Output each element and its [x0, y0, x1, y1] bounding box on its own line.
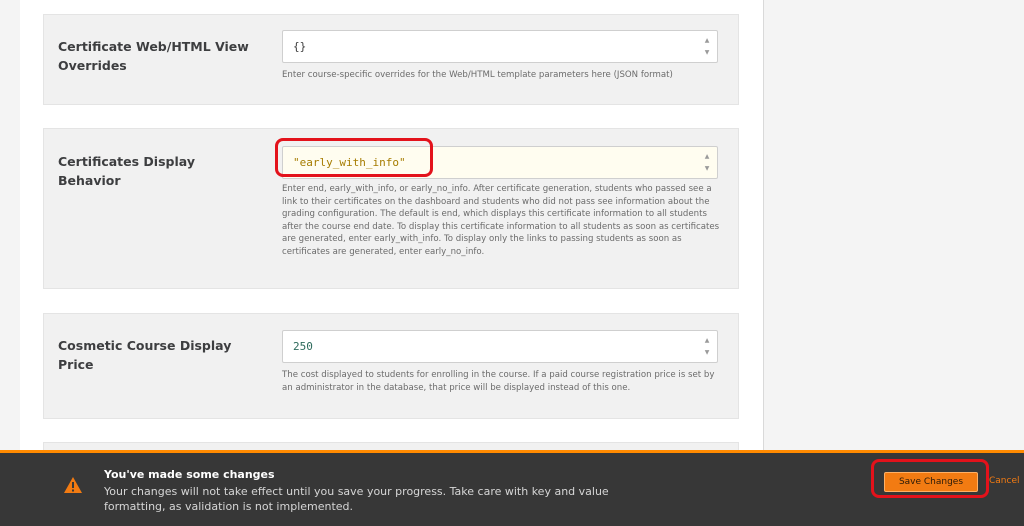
notice-message: Your changes will not take effect until …: [104, 485, 609, 513]
setting-help-text: The cost displayed to students for enrol…: [282, 370, 715, 393]
annotation-highlight-save: [871, 459, 989, 498]
setting-help-text: Enter course-specific overrides for the …: [282, 70, 673, 80]
setting-value-field[interactable]: {} ▲ ▼: [282, 30, 718, 63]
setting-card-web-html-overrides: Certificate Web/HTML View Overrides {} ▲…: [43, 14, 739, 105]
cancel-link[interactable]: Cancel: [989, 476, 1020, 486]
setting-label: Cosmetic Course Display Price: [58, 338, 232, 372]
notice-title: You've made some changes: [104, 468, 275, 481]
setting-value-text: 250: [293, 340, 313, 353]
spinner-arrows-icon[interactable]: ▲ ▼: [703, 335, 711, 359]
setting-label: Certificate Web/HTML View Overrides: [58, 39, 249, 73]
setting-label: Certificates Display Behavior: [58, 154, 195, 188]
spinner-arrows-icon[interactable]: ▲ ▼: [703, 35, 711, 59]
setting-help-text: Enter end, early_with_info, or early_no_…: [282, 184, 720, 257]
warning-icon: [64, 477, 82, 493]
spinner-arrows-icon[interactable]: ▲ ▼: [703, 151, 711, 175]
annotation-highlight-value: [275, 138, 433, 177]
setting-value-field[interactable]: 250 ▲ ▼: [282, 330, 718, 363]
setting-value-text: {}: [293, 40, 307, 53]
setting-card-cosmetic-display-price: Cosmetic Course Display Price 250 ▲ ▼ The…: [43, 313, 739, 419]
